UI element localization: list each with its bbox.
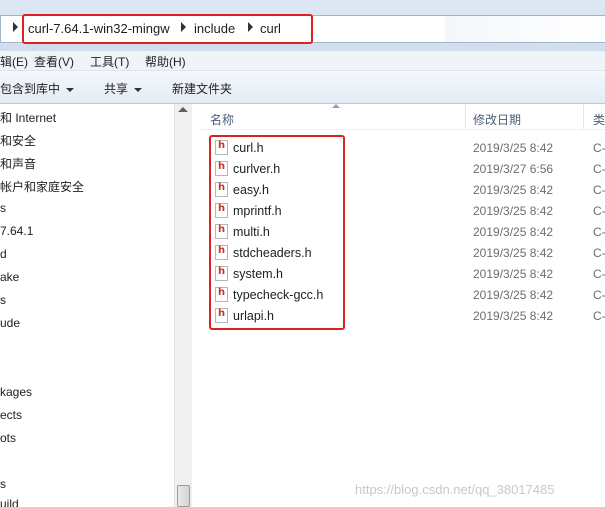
nav-item[interactable]: 帐户和家庭安全 (0, 178, 84, 195)
file-type: C- (593, 267, 605, 281)
address-bar-right (445, 16, 605, 42)
address-bar: curl-7.64.1-win32-mingw include curl (0, 0, 605, 56)
file-type: C- (593, 246, 605, 260)
nav-item[interactable]: 和声音 (0, 155, 36, 172)
file-date: 2019/3/27 6:56 (473, 162, 554, 176)
share-label: 共享 (104, 82, 129, 96)
file-type: C- (593, 183, 605, 197)
chevron-down-icon (66, 87, 75, 92)
file-type: C- (593, 225, 605, 239)
nav-scrollbar[interactable] (174, 104, 192, 507)
new-folder-button[interactable]: 新建文件夹 (172, 80, 232, 97)
nav-item[interactable]: 7.64.1 (0, 224, 33, 238)
header-divider (200, 129, 605, 130)
sort-ascending-icon (332, 104, 340, 108)
nav-item[interactable]: ake (0, 270, 19, 284)
file-type: C- (593, 309, 605, 323)
file-date: 2019/3/25 8:42 (473, 183, 554, 197)
nav-item[interactable]: d (0, 247, 7, 261)
column-header-type[interactable]: 类 (583, 104, 605, 129)
column-date-label: 修改日期 (473, 113, 522, 127)
share-button[interactable]: 共享 (104, 80, 143, 97)
include-in-library-label: 包含到库中 (0, 82, 61, 96)
file-type: C- (593, 141, 605, 155)
navigation-pane: 和 Internet 和安全 和声音 帐户和家庭安全 s 7.64.1 d ak… (0, 104, 192, 507)
include-in-library-button[interactable]: 包含到库中 (0, 80, 75, 97)
column-type-label: 类 (593, 113, 605, 127)
menu-help[interactable]: 帮助(H) (145, 53, 186, 70)
nav-item[interactable]: ots (0, 431, 16, 445)
nav-item[interactable]: 和安全 (0, 132, 36, 149)
menu-bar: 辑(E) 查看(V) 工具(T) 帮助(H) (0, 51, 605, 71)
file-date: 2019/3/25 8:42 (473, 204, 554, 218)
nav-item[interactable]: ude (0, 316, 20, 330)
chevron-down-icon (134, 87, 143, 92)
file-date: 2019/3/25 8:42 (473, 246, 554, 260)
nav-item[interactable]: kages (0, 385, 32, 399)
address-highlight-box (22, 14, 313, 44)
file-date: 2019/3/25 8:42 (473, 141, 554, 155)
chevron-right-icon[interactable] (13, 22, 18, 32)
menu-edit[interactable]: 辑(E) (0, 53, 28, 70)
scrollbar-thumb[interactable] (177, 485, 190, 507)
watermark-text: https://blog.csdn.net/qq_38017485 (355, 482, 555, 497)
column-name-label: 名称 (210, 113, 235, 127)
pane-splitter[interactable] (192, 104, 200, 507)
file-type: C- (593, 162, 605, 176)
nav-item[interactable]: s (0, 201, 6, 215)
nav-item[interactable]: 和 Internet (0, 109, 56, 126)
file-date: 2019/3/25 8:42 (473, 225, 554, 239)
file-date: 2019/3/25 8:42 (473, 309, 554, 323)
column-header-date[interactable]: 修改日期 (463, 104, 581, 129)
file-date: 2019/3/25 8:42 (473, 267, 554, 281)
menu-view[interactable]: 查看(V) (34, 53, 74, 70)
files-highlight-box (209, 135, 345, 330)
scroll-up-icon[interactable] (178, 107, 188, 112)
file-type: C- (593, 288, 605, 302)
file-type: C- (593, 204, 605, 218)
nav-item[interactable]: uild (0, 497, 19, 507)
file-date: 2019/3/25 8:42 (473, 288, 554, 302)
nav-item[interactable]: s (0, 293, 6, 307)
toolbar: 包含到库中 共享 新建文件夹 (0, 71, 605, 104)
nav-item[interactable]: s (0, 477, 6, 491)
menu-tools[interactable]: 工具(T) (90, 53, 129, 70)
nav-item[interactable]: ects (0, 408, 22, 422)
